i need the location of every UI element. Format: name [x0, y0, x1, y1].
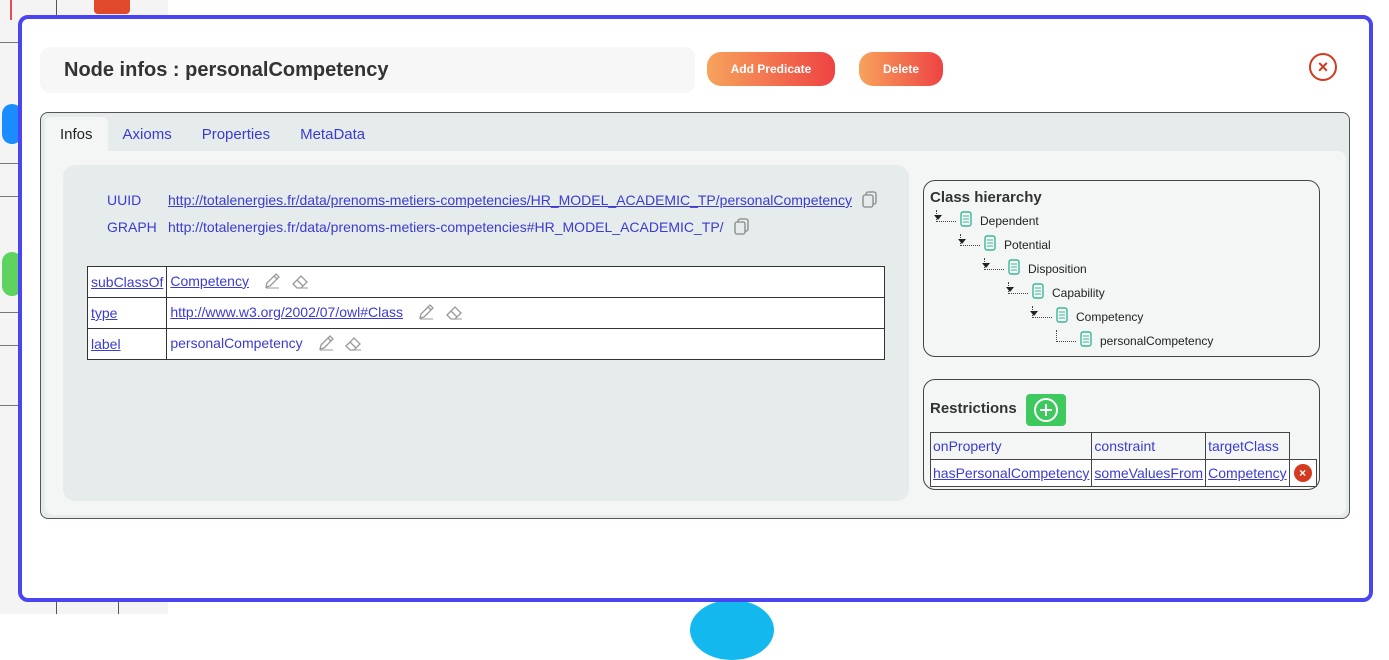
tree-node-label: Potential — [1004, 237, 1051, 252]
class-node-icon — [1080, 331, 1092, 350]
tree-node-label: personalCompetency — [1100, 333, 1214, 348]
delete-restriction-cell: × — [1288, 459, 1317, 487]
pencil-icon[interactable] — [263, 272, 281, 293]
predicate-key-link[interactable]: type — [86, 297, 168, 329]
restriction-target-link[interactable]: Competency — [1205, 459, 1290, 487]
modal-title: Node infos : personalCompetency — [40, 47, 695, 93]
restriction-constraint-link[interactable]: someValuesFrom — [1091, 459, 1207, 487]
infos-tab-content: UUID http://totalenergies.fr/data/prenom… — [45, 151, 1346, 515]
graph-label: GRAPH — [107, 219, 157, 235]
eraser-icon[interactable] — [445, 303, 463, 324]
class-node-icon — [1056, 307, 1068, 326]
tree-node[interactable]: Competency — [1030, 305, 1144, 326]
table-row: label personalCompetency — [86, 328, 885, 360]
tree-node-label: Competency — [1076, 309, 1144, 324]
pencil-icon[interactable] — [417, 303, 435, 324]
uuid-row: UUID http://totalenergies.fr/data/prenom… — [107, 191, 878, 209]
delete-button[interactable]: Delete — [859, 52, 943, 86]
eraser-icon[interactable] — [344, 334, 362, 355]
copy-icon[interactable] — [733, 218, 750, 236]
restrictions-title: Restrictions — [930, 400, 1017, 417]
tab-infos[interactable]: Infos — [45, 117, 108, 155]
predicates-table: subClassOf Competency type http://www.w3… — [86, 266, 885, 360]
tab-metadata[interactable]: MetaData — [285, 117, 380, 153]
tree-node[interactable]: Potential — [958, 233, 1051, 254]
add-restriction-button[interactable] — [1026, 394, 1066, 426]
predicate-key-link[interactable]: label — [86, 328, 168, 360]
background-node — [690, 600, 774, 660]
node-infos-box: UUID http://totalenergies.fr/data/prenom… — [63, 165, 909, 501]
predicate-value-cell: Competency — [166, 266, 885, 298]
close-icon[interactable]: × — [1309, 53, 1337, 81]
tab-axioms[interactable]: Axioms — [108, 117, 187, 153]
column-header: constraint — [1091, 432, 1207, 460]
predicate-key-link[interactable]: subClassOf — [86, 266, 168, 298]
graph-value: http://totalenergies.fr/data/prenoms-met… — [168, 219, 724, 235]
table-row: hasPersonalCompetency someValuesFrom Com… — [929, 459, 1317, 487]
tree-node[interactable]: Capability — [1006, 281, 1105, 302]
background-node-icon — [94, 0, 130, 14]
predicate-value-link[interactable]: Competency — [170, 273, 249, 289]
class-hierarchy-box: Class hierarchy Dependent Potential Disp… — [923, 180, 1320, 357]
restriction-property-link[interactable]: hasPersonalCompetency — [929, 459, 1093, 487]
uuid-link[interactable]: http://totalenergies.fr/data/prenoms-met… — [168, 192, 852, 208]
background-line — [0, 312, 20, 313]
background-line — [0, 405, 20, 406]
background-line — [0, 345, 20, 346]
restrictions-box: Restrictions onProperty constraint targe… — [923, 379, 1320, 490]
tree-node[interactable]: Disposition — [982, 257, 1087, 278]
pencil-icon[interactable] — [317, 334, 335, 355]
column-header: onProperty — [929, 432, 1093, 460]
class-hierarchy-title: Class hierarchy — [930, 189, 1042, 206]
column-header: targetClass — [1205, 432, 1290, 460]
tree-node-label: Disposition — [1028, 261, 1087, 276]
background-line — [0, 42, 20, 43]
copy-icon[interactable] — [862, 191, 878, 209]
tab-properties[interactable]: Properties — [187, 117, 285, 153]
delete-restriction-icon[interactable]: × — [1293, 464, 1312, 482]
table-row: type http://www.w3.org/2002/07/owl#Class — [86, 297, 885, 329]
predicate-value-cell: http://www.w3.org/2002/07/owl#Class — [166, 297, 885, 329]
background-line — [0, 163, 20, 164]
class-node-icon — [1008, 259, 1020, 278]
class-node-icon — [960, 211, 972, 230]
background-line — [118, 600, 119, 614]
tree-node-label: Capability — [1052, 285, 1105, 300]
tab-bar: Infos Axioms Properties MetaData — [45, 117, 380, 155]
background-line — [0, 196, 20, 197]
table-header-row: onProperty constraint targetClass — [929, 432, 1317, 460]
node-info-modal: Node infos : personalCompetency Add Pred… — [18, 15, 1373, 602]
eraser-icon[interactable] — [291, 272, 309, 293]
tree-node-label: Dependent — [980, 213, 1039, 228]
uuid-label: UUID — [107, 192, 142, 208]
table-row: subClassOf Competency — [86, 266, 885, 298]
graph-row: GRAPH http://totalenergies.fr/data/preno… — [107, 218, 750, 236]
tab-panel: Infos Axioms Properties MetaData UUID ht… — [40, 112, 1350, 519]
restrictions-table: onProperty constraint targetClass hasPer… — [929, 432, 1317, 487]
tree-node[interactable]: Dependent — [934, 209, 1039, 230]
predicate-value-cell: personalCompetency — [166, 328, 885, 360]
tree-node[interactable]: personalCompetency — [1056, 329, 1214, 350]
class-node-icon — [984, 235, 996, 254]
predicate-value-link[interactable]: http://www.w3.org/2002/07/owl#Class — [170, 304, 403, 320]
plus-circle-icon — [1034, 398, 1058, 422]
background-edge — [10, 0, 12, 20]
predicate-value: personalCompetency — [170, 334, 303, 351]
class-node-icon — [1032, 283, 1044, 302]
add-predicate-button[interactable]: Add Predicate — [707, 52, 835, 86]
